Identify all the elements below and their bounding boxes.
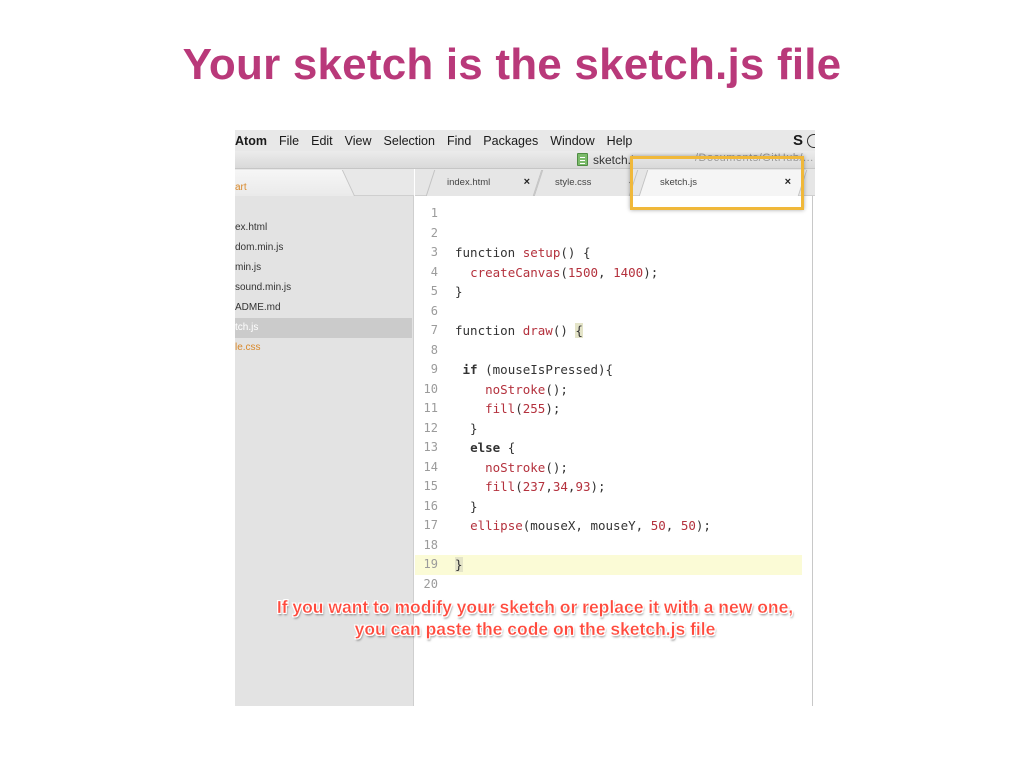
code-line: 8 bbox=[415, 341, 802, 361]
code-line: 20 bbox=[415, 575, 802, 595]
code-line: 6 bbox=[415, 302, 802, 322]
line-number: 16 bbox=[423, 498, 438, 513]
line-number: 4 bbox=[430, 264, 438, 279]
menu-packages[interactable]: Packages bbox=[483, 134, 538, 148]
code-text: ellipse(mouseX, mouseY, 50, 50); bbox=[470, 518, 711, 533]
code-text: } bbox=[455, 557, 463, 572]
code-line: 16 } bbox=[415, 497, 802, 517]
code-line: 15 fill(237,34,93); bbox=[415, 477, 802, 497]
line-number: 20 bbox=[423, 576, 438, 591]
code-line: 13 else { bbox=[415, 438, 802, 458]
code-text: } bbox=[455, 284, 463, 299]
code-text: noStroke(); bbox=[485, 381, 568, 397]
menu-view[interactable]: View bbox=[345, 134, 372, 148]
code-text: fill(255); bbox=[485, 401, 561, 416]
tree-item[interactable]: ex.html bbox=[235, 218, 412, 238]
code-line: 4 createCanvas(1500, 1400); bbox=[415, 263, 802, 283]
code-text: } bbox=[455, 420, 478, 436]
tab-label: index.html bbox=[447, 177, 491, 188]
code-text: else { bbox=[470, 440, 516, 455]
line-number: 15 bbox=[423, 479, 438, 493]
line-number: 14 bbox=[423, 459, 438, 474]
window-title: sketch.j bbox=[593, 153, 634, 167]
menu-find[interactable]: Find bbox=[447, 134, 471, 148]
code-line: 7 function draw() { bbox=[415, 321, 802, 341]
line-number: 11 bbox=[423, 401, 438, 415]
line-number: 6 bbox=[430, 303, 438, 318]
code-text: noStroke(); bbox=[485, 459, 568, 475]
tree-item[interactable]: dom.min.js bbox=[235, 238, 412, 258]
slide-title: Your sketch is the sketch.js file bbox=[182, 40, 842, 89]
tray-s-icon[interactable]: S bbox=[793, 132, 803, 149]
code-line: 19} bbox=[415, 555, 802, 575]
code-text: function draw() { bbox=[455, 323, 583, 338]
line-number: 13 bbox=[423, 440, 438, 454]
tab-index-html[interactable]: index.html × bbox=[425, 169, 543, 196]
code-line: 17 ellipse(mouseX, mouseY, 50, 50); bbox=[415, 516, 802, 536]
menu-selection[interactable]: Selection bbox=[384, 134, 435, 148]
line-number: 10 bbox=[423, 381, 438, 396]
code-line: 12 } bbox=[415, 419, 802, 439]
menu-window[interactable]: Window bbox=[550, 134, 594, 148]
scrollbar[interactable] bbox=[812, 196, 813, 706]
code-line: 18 bbox=[415, 536, 802, 556]
line-number: 7 bbox=[430, 323, 438, 337]
close-icon[interactable]: × bbox=[524, 169, 530, 196]
menu-tray: S bbox=[793, 132, 815, 149]
code-line: 14 noStroke(); bbox=[415, 458, 802, 478]
code-text: createCanvas(1500, 1400); bbox=[470, 264, 659, 280]
tab-label: style.css bbox=[555, 177, 592, 188]
code-text: if (mouseIsPressed){ bbox=[462, 362, 614, 377]
tray-status-icon[interactable] bbox=[807, 133, 815, 148]
line-number: 3 bbox=[430, 245, 438, 259]
tab-style-css[interactable]: style.css bbox=[533, 169, 639, 196]
code-text: } bbox=[455, 498, 478, 514]
code-line: 5} bbox=[415, 282, 802, 302]
tree-item[interactable] bbox=[235, 198, 412, 218]
menu-help[interactable]: Help bbox=[607, 134, 633, 148]
line-number: 19 bbox=[423, 557, 438, 571]
line-number: 8 bbox=[430, 342, 438, 357]
code-line: 3 function setup() { bbox=[415, 243, 802, 263]
tree-item[interactable]: ADME.md bbox=[235, 298, 412, 318]
line-number: 18 bbox=[423, 537, 438, 552]
code-line: 2 bbox=[415, 224, 802, 244]
tree-item[interactable]: sound.min.js bbox=[235, 278, 412, 298]
tree-item[interactable]: le.css bbox=[235, 338, 412, 358]
line-number: 1 bbox=[430, 206, 438, 220]
line-number: 5 bbox=[430, 284, 438, 298]
tree-item[interactable]: tch.js bbox=[235, 318, 412, 338]
file-icon bbox=[577, 153, 588, 166]
code-text: fill(237,34,93); bbox=[485, 479, 606, 494]
line-number: 2 bbox=[430, 225, 438, 240]
line-number: 9 bbox=[430, 362, 438, 376]
menu-file[interactable]: File bbox=[279, 134, 299, 148]
code-line: 11 fill(255); bbox=[415, 399, 802, 419]
code-text: function setup() { bbox=[455, 245, 591, 260]
tree-item[interactable]: art bbox=[235, 178, 412, 198]
code-line: 9 if (mouseIsPressed){ bbox=[415, 360, 802, 380]
highlight-box bbox=[630, 156, 804, 210]
menu-app-atom[interactable]: Atom bbox=[235, 134, 267, 148]
line-number: 17 bbox=[423, 518, 438, 532]
menu-bar: Atom File Edit View Selection Find Packa… bbox=[235, 130, 815, 151]
code-line: 10 noStroke(); bbox=[415, 380, 802, 400]
menu-edit[interactable]: Edit bbox=[311, 134, 333, 148]
tree-item[interactable]: min.js bbox=[235, 258, 412, 278]
caption-annotation: If you want to modify your sketch or rep… bbox=[276, 597, 794, 639]
line-number: 12 bbox=[423, 420, 438, 435]
